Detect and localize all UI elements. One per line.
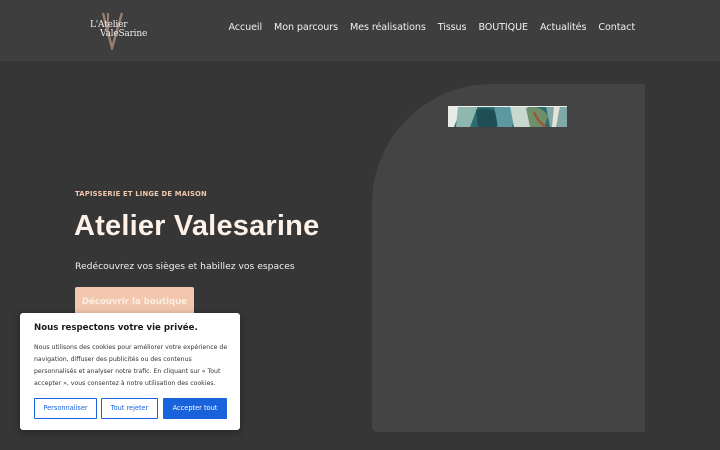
cookie-consent-banner: Nous respectons votre vie privée. Nous u… — [20, 313, 240, 430]
nav-item-accueil[interactable]: Accueil — [228, 22, 262, 33]
cookie-customize-button[interactable]: Personnaliser — [34, 398, 97, 419]
main-nav: Accueil Mon parcours Mes réalisations Ti… — [228, 22, 635, 33]
nav-item-mon-parcours[interactable]: Mon parcours — [274, 22, 338, 33]
hero-subtitle: Redécouvrez vos sièges et habillez vos e… — [75, 261, 295, 272]
nav-item-tissus[interactable]: Tissus — [438, 22, 467, 33]
nav-item-boutique[interactable]: BOUTIQUE — [478, 22, 528, 33]
cookie-reject-all-button[interactable]: Tout rejeter — [101, 398, 158, 419]
nav-item-actualites[interactable]: Actualités — [540, 22, 586, 33]
logo-text-line2: ValeSarine — [100, 29, 148, 39]
hero-title: Atelier Valesarine — [74, 210, 320, 242]
site-header: L'Atelier ValeSarine Accueil Mon parcour… — [0, 0, 720, 61]
hero-eyebrow: TAPISSERIE ET LINGE DE MAISON — [75, 190, 207, 198]
hero-decorative-shape — [372, 84, 645, 432]
cookie-accept-all-button[interactable]: Accepter tout — [163, 398, 227, 419]
fabric-pattern-icon — [448, 106, 567, 127]
hero-fabric-image — [448, 106, 567, 127]
nav-item-mes-realisations[interactable]: Mes réalisations — [350, 22, 426, 33]
nav-item-contact[interactable]: Contact — [598, 22, 635, 33]
cookie-body: Nous utilisons des cookies pour améliore… — [34, 344, 228, 387]
cookie-title: Nous respectons votre vie privée. — [34, 323, 198, 333]
site-logo[interactable]: L'Atelier ValeSarine — [88, 12, 148, 50]
